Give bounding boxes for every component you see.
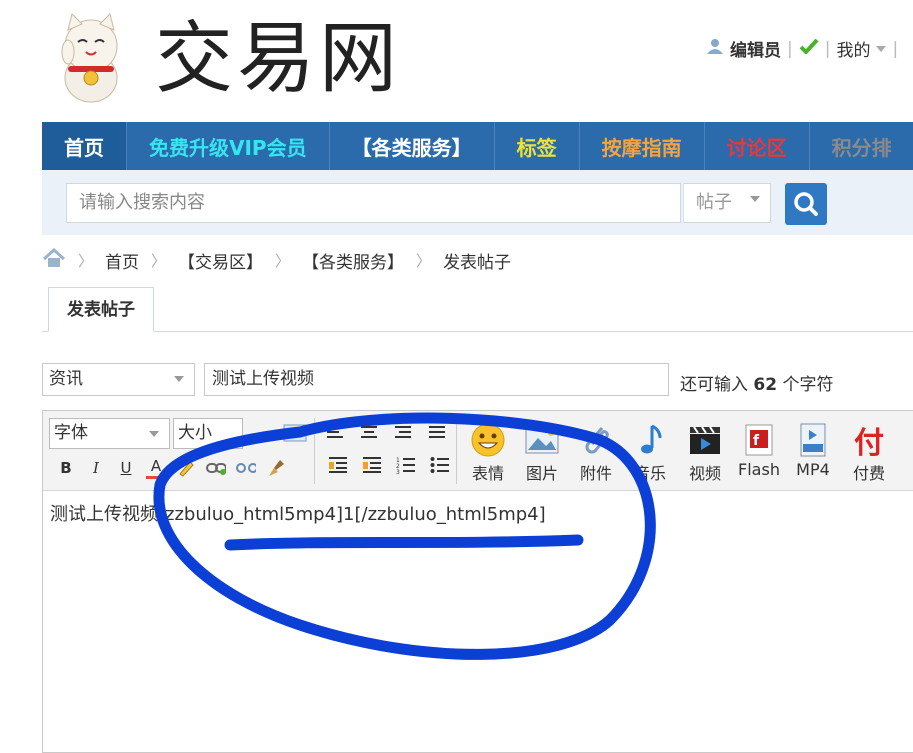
clapperboard-icon: [687, 422, 723, 458]
underline-icon[interactable]: U: [116, 458, 136, 478]
chevron-down-icon: [750, 196, 760, 202]
tool-label: 附件: [579, 464, 612, 483]
breadcrumb-current: 发表帖子: [443, 253, 512, 273]
chevron-right-icon: 〉: [151, 252, 167, 270]
align-justify-icon: [429, 426, 445, 438]
title-input[interactable]: 测试上传视频: [204, 363, 669, 396]
divider: |: [892, 38, 899, 59]
font-select[interactable]: 字体: [49, 418, 170, 449]
paid-icon: 付: [854, 426, 884, 461]
search-type-label: 帖子: [696, 192, 732, 213]
bold-icon[interactable]: B: [56, 458, 76, 478]
site-title[interactable]: 交易网: [155, 14, 401, 104]
tool-label: 表情: [471, 464, 504, 483]
user-role[interactable]: 编辑员: [730, 36, 781, 61]
flash-tool[interactable]: f Flash: [734, 422, 784, 479]
breadcrumb-home[interactable]: 首页: [105, 248, 139, 273]
nav-item[interactable]: 首页: [42, 122, 127, 170]
clear-format-icon[interactable]: [266, 458, 286, 478]
size-label: 大小: [178, 423, 212, 443]
breadcrumb: 〉 首页 〉 【交易区】 〉 【各类服务】 〉 发表帖子: [42, 247, 512, 273]
toolbar-divider: [456, 418, 457, 484]
nav-item[interactable]: 免费升级VIP会员: [127, 122, 330, 170]
chevron-down-icon[interactable]: [876, 45, 887, 52]
italic-icon[interactable]: I: [86, 458, 106, 478]
char-remaining: 还可输入 62 个字符: [680, 370, 833, 395]
remain-prefix: 还可输入: [680, 375, 748, 395]
font-color-icon[interactable]: A: [146, 456, 166, 479]
main-nav: 首页 免费升级VIP会员 【各类服务】 标签 按摩指南 讨论区 积分排: [42, 122, 913, 170]
category-select[interactable]: 资讯: [42, 363, 195, 396]
tool-label: 图片: [525, 464, 558, 483]
unlink-icon[interactable]: [236, 458, 256, 478]
user-icon: [706, 37, 724, 60]
video-tool[interactable]: 视频: [680, 422, 730, 484]
font-label: 字体: [54, 423, 88, 443]
align-tool-icon[interactable]: [283, 424, 307, 446]
paperclip-icon: [578, 422, 614, 458]
nav-item[interactable]: 讨论区: [705, 122, 810, 170]
search-input[interactable]: 请输入搜索内容: [66, 183, 681, 223]
outdent-icon: [363, 457, 381, 473]
divider: |: [824, 38, 831, 59]
smiley-icon: [470, 422, 506, 458]
bullet-list-icon: [430, 457, 449, 473]
music-note-icon: [632, 422, 668, 458]
my-menu[interactable]: 我的: [836, 36, 870, 61]
chevron-right-icon: 〉: [78, 252, 94, 270]
paragraph-tools: 123: [328, 456, 450, 474]
align-center-icon: [361, 426, 377, 438]
search-button[interactable]: [785, 183, 827, 225]
image-icon: [524, 422, 560, 458]
chevron-down-icon: [174, 376, 184, 382]
link-icon[interactable]: [206, 458, 226, 478]
mp4-tool[interactable]: MP4: [788, 422, 838, 479]
nav-item[interactable]: 【各类服务】: [330, 122, 495, 170]
search-type-select[interactable]: 帖子: [683, 183, 771, 223]
divider: |: [787, 38, 793, 59]
flash-icon: f: [741, 422, 777, 458]
align-tools: [326, 424, 446, 440]
editor-content[interactable]: 测试上传视频[zzbuluo_html5mp4]1[/zzbuluo_html5…: [50, 500, 546, 526]
svg-text:3: 3: [396, 469, 400, 474]
category-label: 资讯: [49, 369, 83, 389]
align-right-icon: [395, 426, 411, 438]
chevron-down-icon: [149, 431, 159, 437]
tab-new-post[interactable]: 发表帖子: [48, 287, 154, 332]
attachment-tool[interactable]: 附件: [571, 422, 621, 484]
nav-item[interactable]: 按摩指南: [580, 122, 705, 170]
tool-label: 音乐: [633, 464, 666, 483]
format-tools: B I U A: [56, 456, 286, 479]
chevron-right-icon: 〉: [275, 252, 291, 270]
music-tool[interactable]: 音乐: [625, 422, 675, 484]
breadcrumb-services[interactable]: 【各类服务】: [302, 248, 404, 273]
align-left-icon: [327, 426, 343, 438]
tool-label: 付费: [852, 464, 885, 483]
highlight-icon[interactable]: [176, 458, 196, 478]
tool-label: MP4: [796, 460, 830, 479]
chevron-right-icon: 〉: [416, 252, 432, 270]
tab-divider: [42, 331, 913, 332]
nav-item[interactable]: 积分排: [810, 122, 913, 170]
user-bar: 编辑员 | | 我的 |: [706, 36, 898, 61]
breadcrumb-trade[interactable]: 【交易区】: [178, 248, 263, 273]
paid-tool[interactable]: 付 付费: [844, 422, 894, 484]
indent-icon: [329, 457, 347, 473]
tool-label: 视频: [688, 464, 721, 483]
check-icon[interactable]: [799, 38, 819, 59]
home-icon[interactable]: [42, 247, 66, 273]
size-select[interactable]: 大小: [173, 418, 243, 449]
toolbar-divider: [314, 418, 315, 484]
nav-item[interactable]: 标签: [495, 122, 580, 170]
svg-text:f: f: [753, 433, 760, 449]
remain-suffix: 个字符: [782, 375, 834, 395]
mp4-file-icon: [795, 422, 831, 458]
remain-count: 62: [753, 375, 778, 395]
ordered-list-icon: 123: [396, 457, 415, 474]
image-tool[interactable]: 图片: [517, 422, 567, 484]
logo-cat-icon[interactable]: [58, 12, 124, 104]
tool-label: Flash: [738, 460, 780, 479]
emoji-tool[interactable]: 表情: [463, 422, 513, 484]
search-icon: [794, 192, 818, 216]
